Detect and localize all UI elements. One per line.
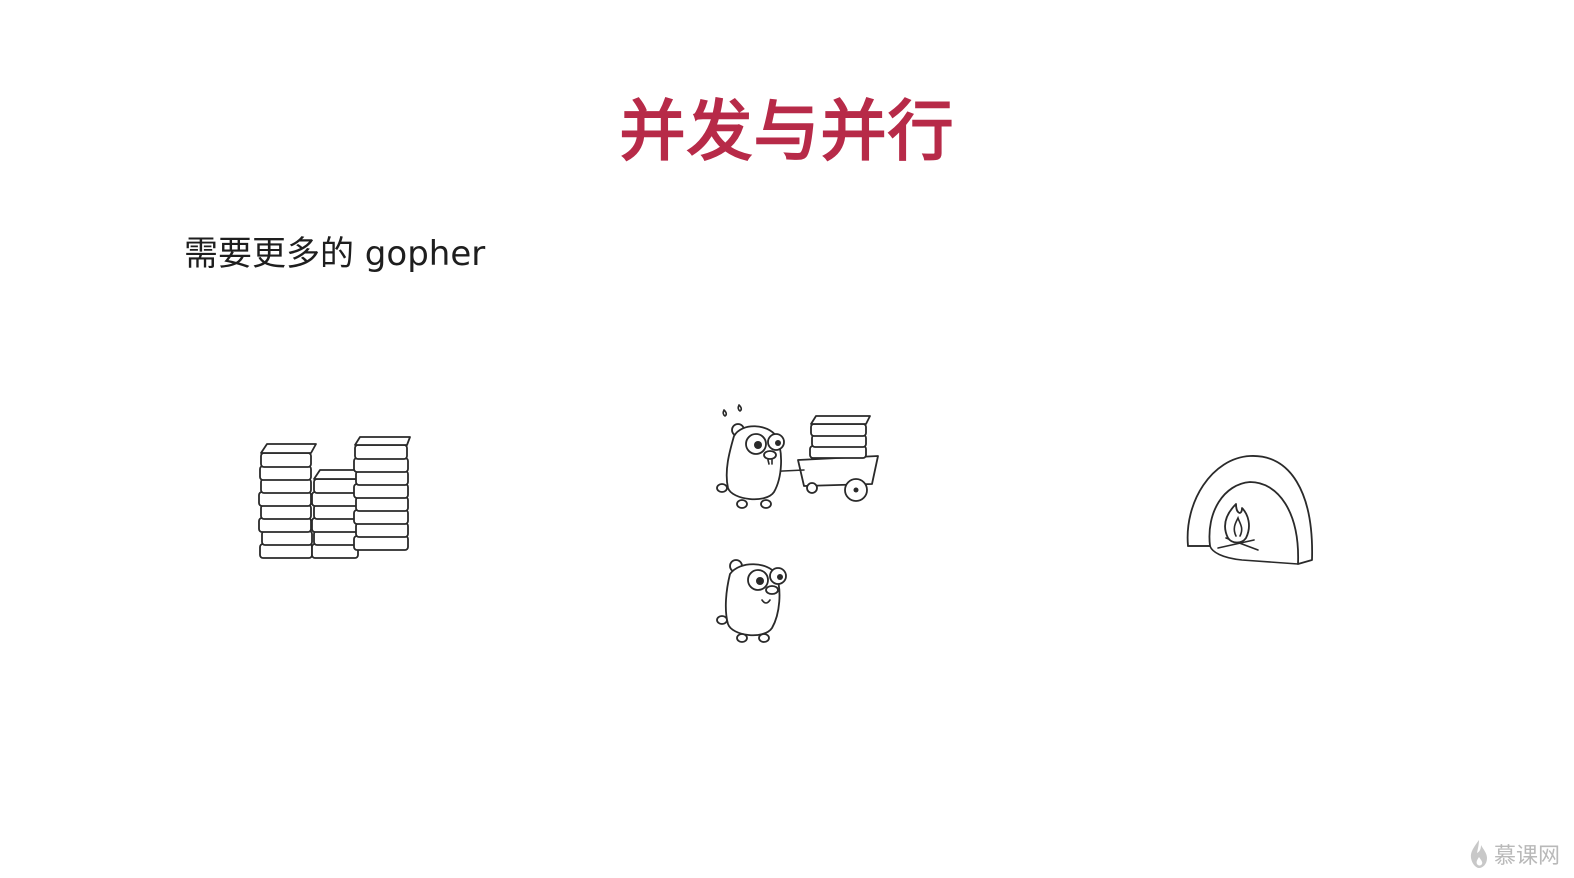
page-title: 并发与并行 (619, 93, 955, 170)
furnace-with-fire-icon (1186, 455, 1313, 565)
slide-subtitle: 需要更多的 gopher (184, 234, 486, 274)
gopher-pushing-cart-icon (716, 404, 879, 509)
watermark-text: 慕课网 (1493, 844, 1560, 869)
gopher-idle-icon (716, 559, 787, 643)
flame-logo-icon (1470, 840, 1487, 868)
book-stacks-icon (258, 436, 411, 559)
watermark: 慕课网 (1468, 838, 1560, 870)
